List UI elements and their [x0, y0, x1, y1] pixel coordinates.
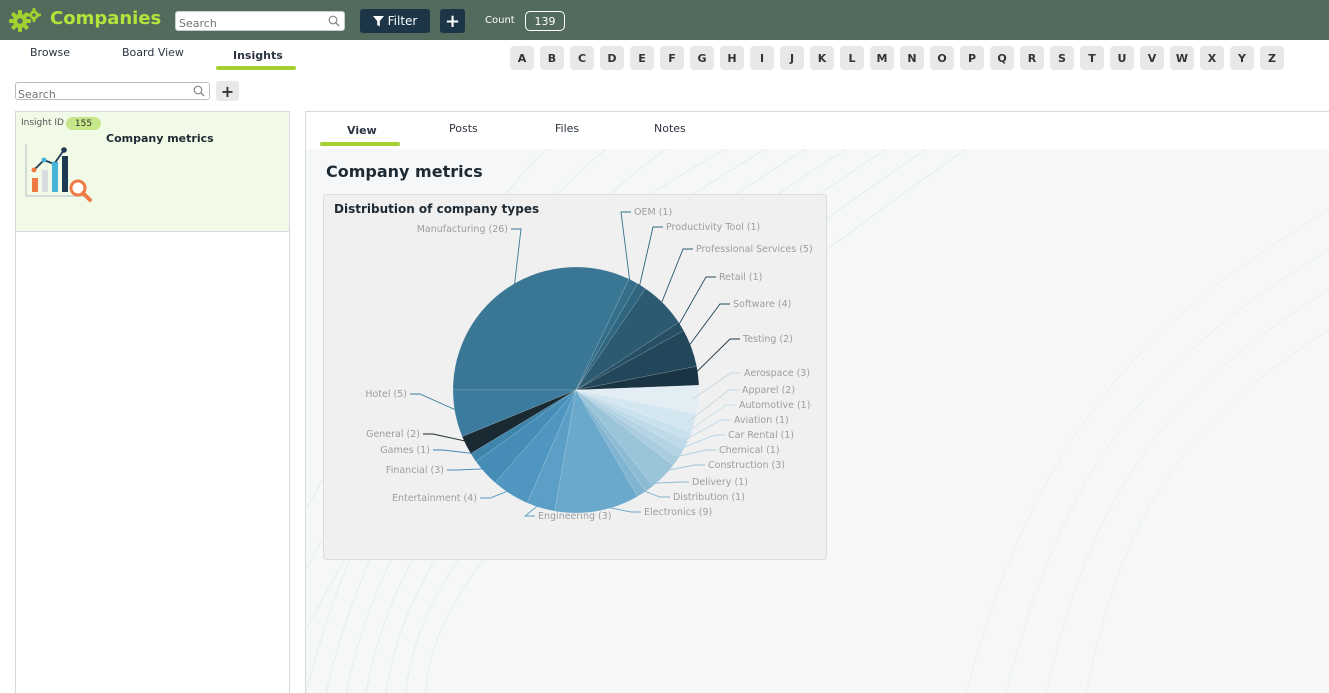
letter-filter-t[interactable]: T: [1080, 46, 1104, 70]
chart-card: Distribution of company types Manufactur…: [323, 194, 827, 560]
insight-card[interactable]: Insight ID 155 Company metrics: [16, 112, 289, 232]
pie-leader-line: [691, 338, 740, 377]
pie-label: Car Rental (1): [728, 430, 794, 441]
pie-label: Distribution (1): [673, 492, 745, 503]
active-detail-tab-indicator: [320, 142, 400, 146]
tab-browse[interactable]: Browse: [30, 46, 70, 59]
pie-label: OEM (1): [634, 207, 672, 218]
filter-funnel-icon: [372, 15, 384, 26]
pie-label: Chemical (1): [719, 445, 780, 456]
letter-filter-y[interactable]: Y: [1230, 46, 1254, 70]
letter-filter-m[interactable]: M: [870, 46, 894, 70]
letter-filter-j[interactable]: J: [780, 46, 804, 70]
top-search-input[interactable]: [176, 14, 321, 33]
pie-label: Electronics (9): [644, 507, 712, 518]
pie-label: Aviation (1): [734, 415, 789, 426]
pie-label: Financial (3): [386, 465, 444, 476]
letter-filter-p[interactable]: P: [960, 46, 984, 70]
pie-label: Engineering (3): [538, 511, 611, 522]
letter-filter-e[interactable]: E: [630, 46, 654, 70]
letter-filter-a[interactable]: A: [510, 46, 534, 70]
search-icon[interactable]: [193, 85, 205, 97]
letter-filter-z[interactable]: Z: [1260, 46, 1284, 70]
pie-leader-line: [620, 211, 631, 287]
pie-chart: Manufacturing (26) OEM (1) Productivity To…: [365, 207, 813, 522]
detail-tabs: View Posts Files Notes: [306, 112, 1329, 149]
letter-filter-w[interactable]: W: [1170, 46, 1194, 70]
pie-leader-line: [692, 372, 741, 400]
letter-filter-q[interactable]: Q: [990, 46, 1014, 70]
add-insight-button[interactable]: +: [216, 81, 239, 101]
top-bar: Companies Filter + Count 139: [0, 0, 1329, 40]
tab-insights[interactable]: Insights: [233, 49, 283, 62]
letter-filter-l[interactable]: L: [840, 46, 864, 70]
tab-posts[interactable]: Posts: [449, 122, 478, 135]
pie-label: General (2): [366, 429, 420, 440]
pie-leader-line: [675, 276, 716, 330]
letter-filter-c[interactable]: C: [570, 46, 594, 70]
pie-label: Aerospace (3): [744, 368, 810, 379]
sidebar-search-input[interactable]: [16, 86, 186, 103]
insight-card-title: Company metrics: [106, 132, 214, 145]
top-search-box[interactable]: [175, 11, 345, 33]
filter-button-label: Filter: [387, 14, 418, 28]
pie-label: Testing (2): [742, 334, 793, 345]
pie-label: Productivity Tool (1): [666, 222, 760, 233]
pie-label: Construction (3): [708, 460, 785, 471]
letter-filter-o[interactable]: O: [930, 46, 954, 70]
insight-title: Company metrics: [326, 162, 483, 181]
pie-label: Entertainment (4): [392, 493, 477, 504]
letter-filter-v[interactable]: V: [1140, 46, 1164, 70]
pie-label: Automotive (1): [739, 400, 810, 411]
chart-analysis-icon: [25, 144, 92, 202]
alphabet-filter: ABCDEFGHIJKLMNOPQRSTUVWXYZ: [510, 46, 1284, 70]
letter-filter-f[interactable]: F: [660, 46, 684, 70]
letter-filter-h[interactable]: H: [720, 46, 744, 70]
insights-list: Insight ID 155 Company metrics: [15, 111, 290, 693]
letter-filter-r[interactable]: R: [1020, 46, 1044, 70]
count-badge: 139: [525, 11, 565, 31]
tab-view[interactable]: View: [347, 124, 377, 137]
search-icon[interactable]: [328, 15, 340, 27]
pie-label: Professional Services (5): [696, 244, 813, 255]
pie-label: Software (4): [733, 299, 791, 310]
letter-filter-g[interactable]: G: [690, 46, 714, 70]
pie-label: Manufacturing (26): [417, 224, 508, 235]
filter-button[interactable]: Filter: [360, 9, 430, 33]
pie-label: Hotel (5): [365, 389, 407, 400]
letter-filter-b[interactable]: B: [540, 46, 564, 70]
pie-label: Delivery (1): [692, 477, 748, 488]
tab-notes[interactable]: Notes: [654, 122, 686, 135]
gears-logo-icon: [9, 8, 41, 32]
pie-leader-line: [659, 248, 693, 309]
app-title: Companies: [50, 8, 162, 29]
insight-detail-panel: View Posts Files Notes Company metrics D…: [305, 111, 1329, 693]
pie-label: Retail (1): [719, 272, 762, 283]
letter-filter-n[interactable]: N: [900, 46, 924, 70]
pie-leader-line: [637, 226, 663, 292]
insight-id-label: Insight ID: [21, 118, 64, 128]
count-label: Count: [485, 15, 515, 26]
letter-filter-s[interactable]: S: [1050, 46, 1074, 70]
insight-id-badge: 155: [66, 117, 101, 130]
tab-board-view[interactable]: Board View: [122, 46, 184, 59]
active-tab-indicator: [216, 66, 296, 70]
tab-files[interactable]: Files: [555, 122, 579, 135]
sidebar-search-box[interactable]: [15, 82, 210, 103]
letter-filter-k[interactable]: K: [810, 46, 834, 70]
pie-label: Apparel (2): [742, 385, 795, 396]
letter-filter-d[interactable]: D: [600, 46, 624, 70]
pie-label: Games (1): [380, 445, 430, 456]
letter-filter-u[interactable]: U: [1110, 46, 1134, 70]
add-company-button[interactable]: +: [440, 9, 465, 33]
letter-filter-x[interactable]: X: [1200, 46, 1224, 70]
letter-filter-i[interactable]: I: [750, 46, 774, 70]
pie-leader-line: [685, 303, 730, 351]
